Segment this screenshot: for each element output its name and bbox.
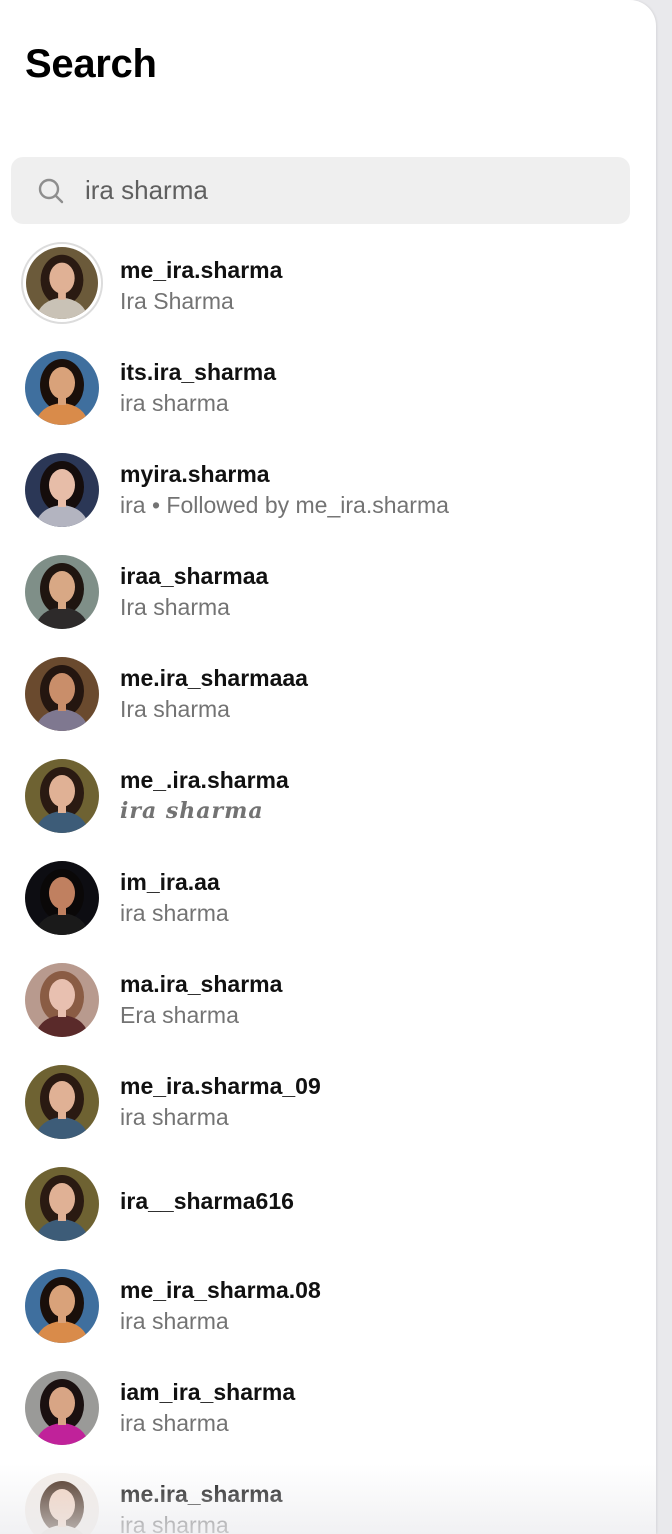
- result-row[interactable]: im_ira.aaira sharma: [0, 846, 656, 948]
- profile-photo: [25, 555, 99, 629]
- result-row[interactable]: me.ira_sharmaaa Ira sharma: [0, 642, 656, 744]
- page-title: Search: [25, 42, 157, 86]
- result-fullname: ira sharma: [120, 1512, 229, 1534]
- profile-photo: [25, 453, 99, 527]
- avatar[interactable]: [25, 453, 99, 527]
- profile-photo: [25, 1065, 99, 1139]
- result-row[interactable]: its.ira_sharmaira sharma: [0, 336, 656, 438]
- avatar[interactable]: [25, 1269, 99, 1343]
- profile-photo: [25, 759, 99, 833]
- result-fullname: Ira sharma: [120, 594, 230, 620]
- avatar[interactable]: [25, 555, 99, 629]
- result-username: me.ira_sharmaaa: [120, 665, 308, 691]
- profile-photo: [25, 1371, 99, 1445]
- result-row[interactable]: iraa_sharmaa Ira sharma: [0, 540, 656, 642]
- profile-photo: [25, 1473, 99, 1534]
- result-username: me_.ira.sharma: [120, 767, 289, 793]
- result-row[interactable]: me.ira_sharmaira sharma: [0, 1458, 656, 1534]
- search-panel: Search me_ira.sharma Ira Sharma its.ira_s…: [0, 0, 656, 1534]
- result-fullname: Ira sharma: [120, 696, 230, 722]
- result-fullname: ira sharma: [120, 1410, 229, 1436]
- result-row[interactable]: me_ira.sharma_09ira sharma: [0, 1050, 656, 1152]
- result-username: me_ira.sharma_09: [120, 1073, 321, 1099]
- result-fullname: ira sharma: [120, 1308, 229, 1334]
- avatar[interactable]: [25, 351, 99, 425]
- avatar[interactable]: [25, 759, 99, 833]
- profile-photo: [25, 1269, 99, 1343]
- result-fullname: ira sharma: [120, 390, 229, 416]
- profile-photo: [25, 351, 99, 425]
- result-username: ma.ira_sharma: [120, 971, 283, 997]
- result-username: myira.sharma: [120, 461, 270, 487]
- result-fullname: Era sharma: [120, 1002, 239, 1028]
- result-username: me_ira_sharma.08: [120, 1277, 321, 1303]
- result-username: me.ira_sharma: [120, 1481, 283, 1507]
- search-icon: [38, 178, 64, 204]
- result-fullname: Ira Sharma: [120, 288, 234, 314]
- result-username: iraa_sharmaa: [120, 563, 269, 589]
- avatar[interactable]: [25, 1473, 99, 1534]
- profile-photo: [26, 247, 98, 319]
- avatar[interactable]: [25, 1065, 99, 1139]
- result-username: its.ira_sharma: [120, 359, 276, 385]
- result-username: ira__sharma616: [120, 1188, 294, 1214]
- result-fullname: ira sharma: [120, 900, 229, 926]
- result-row[interactable]: me_ira.sharma Ira Sharma: [0, 234, 656, 336]
- result-username: me_ira.sharma: [120, 257, 283, 283]
- avatar[interactable]: [25, 1371, 99, 1445]
- result-fullname: ira sharma: [120, 1104, 229, 1130]
- result-username: im_ira.aa: [120, 869, 220, 895]
- profile-photo: [25, 657, 99, 731]
- result-row[interactable]: myira.sharma ira • Followed by me_ira.sha…: [0, 438, 656, 540]
- result-row[interactable]: iam_ira_sharmaira sharma: [0, 1356, 656, 1458]
- result-row[interactable]: me_ira_sharma.08ira sharma: [0, 1254, 656, 1356]
- avatar[interactable]: [21, 242, 103, 324]
- search-results-list: me_ira.sharma Ira Sharma its.ira_sharmair…: [0, 234, 656, 1534]
- search-box[interactable]: [11, 157, 630, 224]
- avatar[interactable]: [25, 861, 99, 935]
- result-row[interactable]: me_.ira.sharma 𝒊𝒓𝒂 𝒔𝒉𝒂𝒓𝒎𝒂: [0, 744, 656, 846]
- avatar[interactable]: [25, 1167, 99, 1241]
- profile-photo: [25, 963, 99, 1037]
- result-row[interactable]: ma.ira_sharma Era sharma: [0, 948, 656, 1050]
- result-username: iam_ira_sharma: [120, 1379, 296, 1405]
- avatar[interactable]: [25, 963, 99, 1037]
- avatar[interactable]: [25, 657, 99, 731]
- search-input[interactable]: [85, 157, 605, 224]
- result-fullname: 𝒊𝒓𝒂 𝒔𝒉𝒂𝒓𝒎𝒂: [120, 798, 264, 824]
- profile-photo: [25, 861, 99, 935]
- result-row[interactable]: ira__sharma616: [0, 1152, 656, 1254]
- profile-photo: [25, 1167, 99, 1241]
- result-fullname: ira • Followed by me_ira.sharma: [120, 492, 449, 518]
